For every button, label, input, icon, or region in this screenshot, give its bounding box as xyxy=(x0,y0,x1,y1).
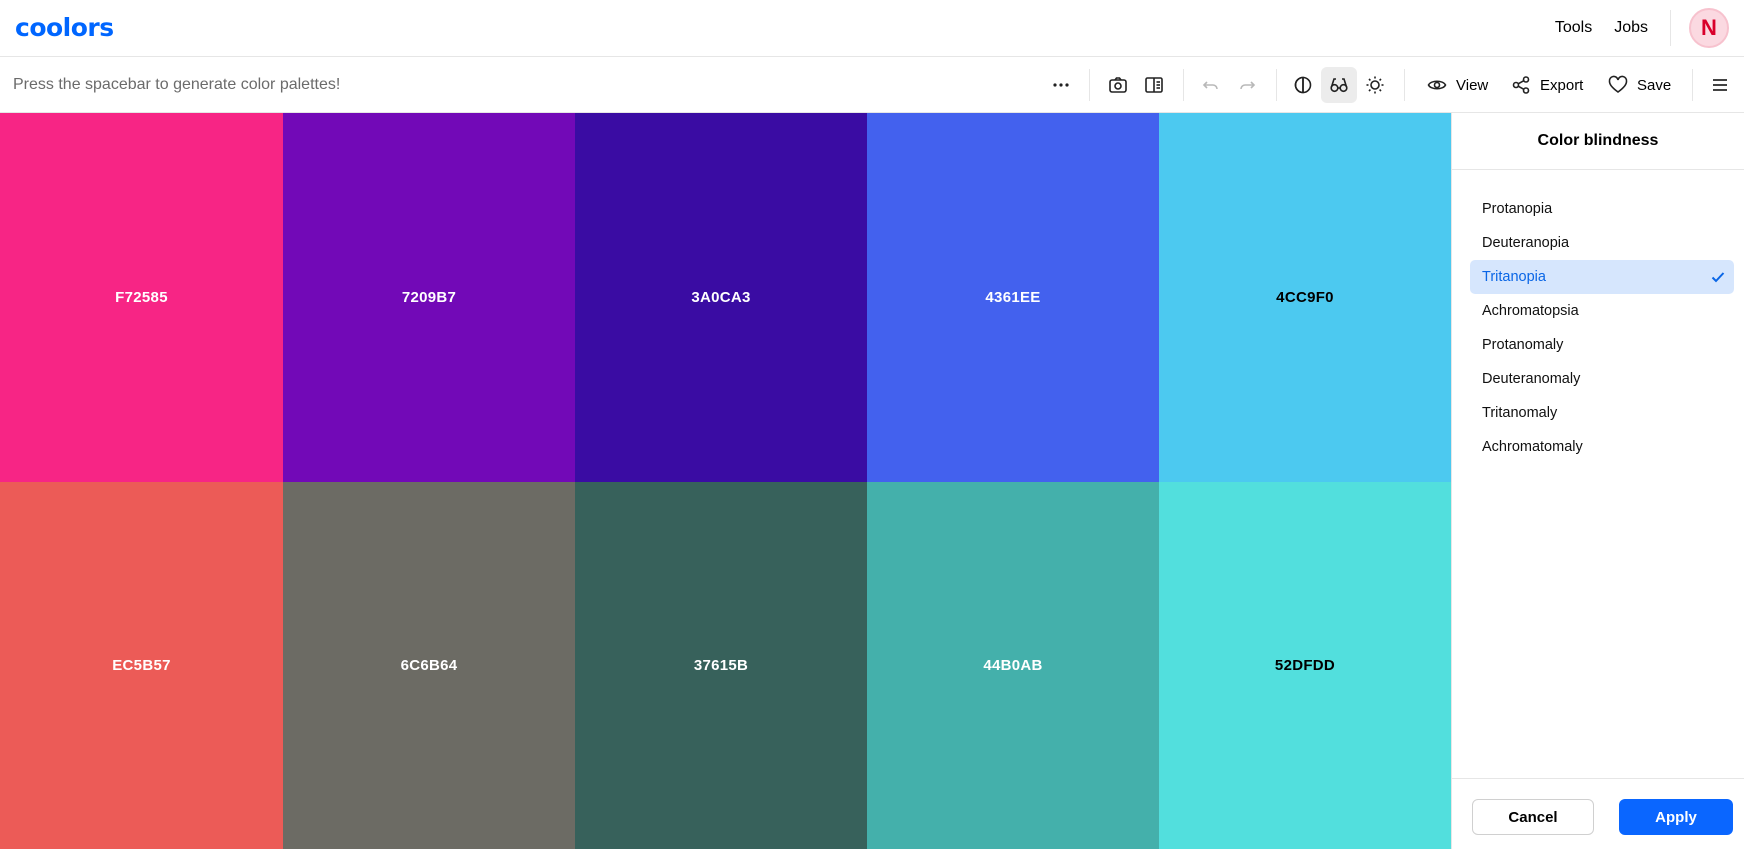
save-button[interactable]: Save xyxy=(1608,67,1671,103)
toolbar-separator xyxy=(1404,69,1405,101)
swatch-hex[interactable]: 44B0AB xyxy=(983,657,1042,674)
spacebar-hint: Press the spacebar to generate color pal… xyxy=(13,76,341,93)
share-icon xyxy=(1512,76,1530,94)
swatch-top[interactable]: 4CC9F0 xyxy=(1159,113,1451,482)
option-achromatopsia[interactable]: Achromatopsia xyxy=(1470,294,1734,328)
swatch-hex[interactable]: 6C6B64 xyxy=(401,657,458,674)
option-label: Tritanomaly xyxy=(1482,405,1558,421)
toolbar-separator xyxy=(1276,69,1277,101)
logo-text: coolors xyxy=(15,12,114,42)
swatch-bottom[interactable]: 44B0AB xyxy=(867,482,1159,849)
swatch-hex[interactable]: F72585 xyxy=(115,289,168,306)
top-nav: coolors Tools Jobs N xyxy=(0,0,1744,57)
avatar[interactable]: N xyxy=(1689,8,1729,48)
option-deuteranomaly[interactable]: Deuteranomaly xyxy=(1470,362,1734,396)
toolbar: Press the spacebar to generate color pal… xyxy=(0,57,1744,113)
heart-icon xyxy=(1608,75,1628,93)
swatch-hex[interactable]: 7209B7 xyxy=(402,289,456,306)
export-button[interactable]: Export xyxy=(1511,67,1583,103)
option-label: Achromatomaly xyxy=(1482,439,1583,455)
camera-icon[interactable] xyxy=(1100,67,1136,103)
swatch-bottom[interactable]: 37615B xyxy=(575,482,867,849)
swatch-hex[interactable]: 37615B xyxy=(694,657,748,674)
cancel-button[interactable]: Cancel xyxy=(1472,799,1594,835)
save-label: Save xyxy=(1637,76,1672,94)
swatch-hex[interactable]: 52DFDD xyxy=(1275,657,1335,674)
apply-button[interactable]: Apply xyxy=(1619,799,1733,835)
swatch-bottom[interactable]: 52DFDD xyxy=(1159,482,1451,849)
swatch-bottom[interactable]: EC5B57 xyxy=(0,482,283,849)
more-icon[interactable] xyxy=(1043,67,1079,103)
view-label: View xyxy=(1456,76,1489,94)
nav-divider xyxy=(1670,10,1671,46)
panel-footer: Cancel Apply xyxy=(1452,778,1744,849)
swatch-hex[interactable]: 4361EE xyxy=(985,289,1040,306)
glasses-icon[interactable] xyxy=(1321,67,1357,103)
option-achromatomaly[interactable]: Achromatomaly xyxy=(1470,430,1734,464)
option-label: Protanomaly xyxy=(1482,337,1564,353)
swatch-top[interactable]: 3A0CA3 xyxy=(575,113,867,482)
eye-icon xyxy=(1427,80,1447,90)
view-button[interactable]: View xyxy=(1427,67,1488,103)
coolors-logo[interactable]: coolors xyxy=(15,12,114,42)
toolbar-separator xyxy=(1183,69,1184,101)
columns-icon[interactable] xyxy=(1136,67,1172,103)
brightness-icon[interactable] xyxy=(1357,67,1393,103)
menu-icon[interactable] xyxy=(1702,67,1738,103)
contrast-icon[interactable] xyxy=(1285,67,1321,103)
nav-links: Tools Jobs N xyxy=(1555,0,1744,56)
swatch-hex[interactable]: EC5B57 xyxy=(112,657,171,674)
option-deuteranopia[interactable]: Deuteranopia xyxy=(1470,226,1734,260)
swatch-top[interactable]: 4361EE xyxy=(867,113,1159,482)
toolbar-separator xyxy=(1089,69,1090,101)
swatch-bottom[interactable]: 6C6B64 xyxy=(283,482,575,849)
nav-link-tools[interactable]: Tools xyxy=(1555,19,1592,37)
export-label: Export xyxy=(1540,76,1584,94)
option-tritanomaly[interactable]: Tritanomaly xyxy=(1470,396,1734,430)
option-label: Tritanopia xyxy=(1482,269,1546,285)
option-protanopia[interactable]: Protanopia xyxy=(1470,192,1734,226)
redo-icon[interactable] xyxy=(1229,67,1265,103)
color-blindness-options: Protanopia Deuteranopia Tritanopia Achro… xyxy=(1452,170,1744,464)
undo-icon[interactable] xyxy=(1193,67,1229,103)
option-label: Protanopia xyxy=(1482,201,1553,217)
swatch-top[interactable]: F72585 xyxy=(0,113,283,482)
option-label: Deuteranomaly xyxy=(1482,371,1581,387)
swatch-hex[interactable]: 4CC9F0 xyxy=(1276,289,1334,306)
check-icon xyxy=(1711,272,1725,283)
color-blindness-panel: Color blindness Protanopia Deuteranopia … xyxy=(1451,113,1744,849)
swatch-top[interactable]: 7209B7 xyxy=(283,113,575,482)
option-label: Achromatopsia xyxy=(1482,303,1579,319)
option-tritanopia[interactable]: Tritanopia xyxy=(1470,260,1734,294)
swatch-hex[interactable]: 3A0CA3 xyxy=(691,289,750,306)
option-protanomaly[interactable]: Protanomaly xyxy=(1470,328,1734,362)
panel-title: Color blindness xyxy=(1452,113,1744,170)
nav-link-jobs[interactable]: Jobs xyxy=(1614,19,1648,37)
option-label: Deuteranopia xyxy=(1482,235,1570,251)
toolbar-separator xyxy=(1692,69,1693,101)
